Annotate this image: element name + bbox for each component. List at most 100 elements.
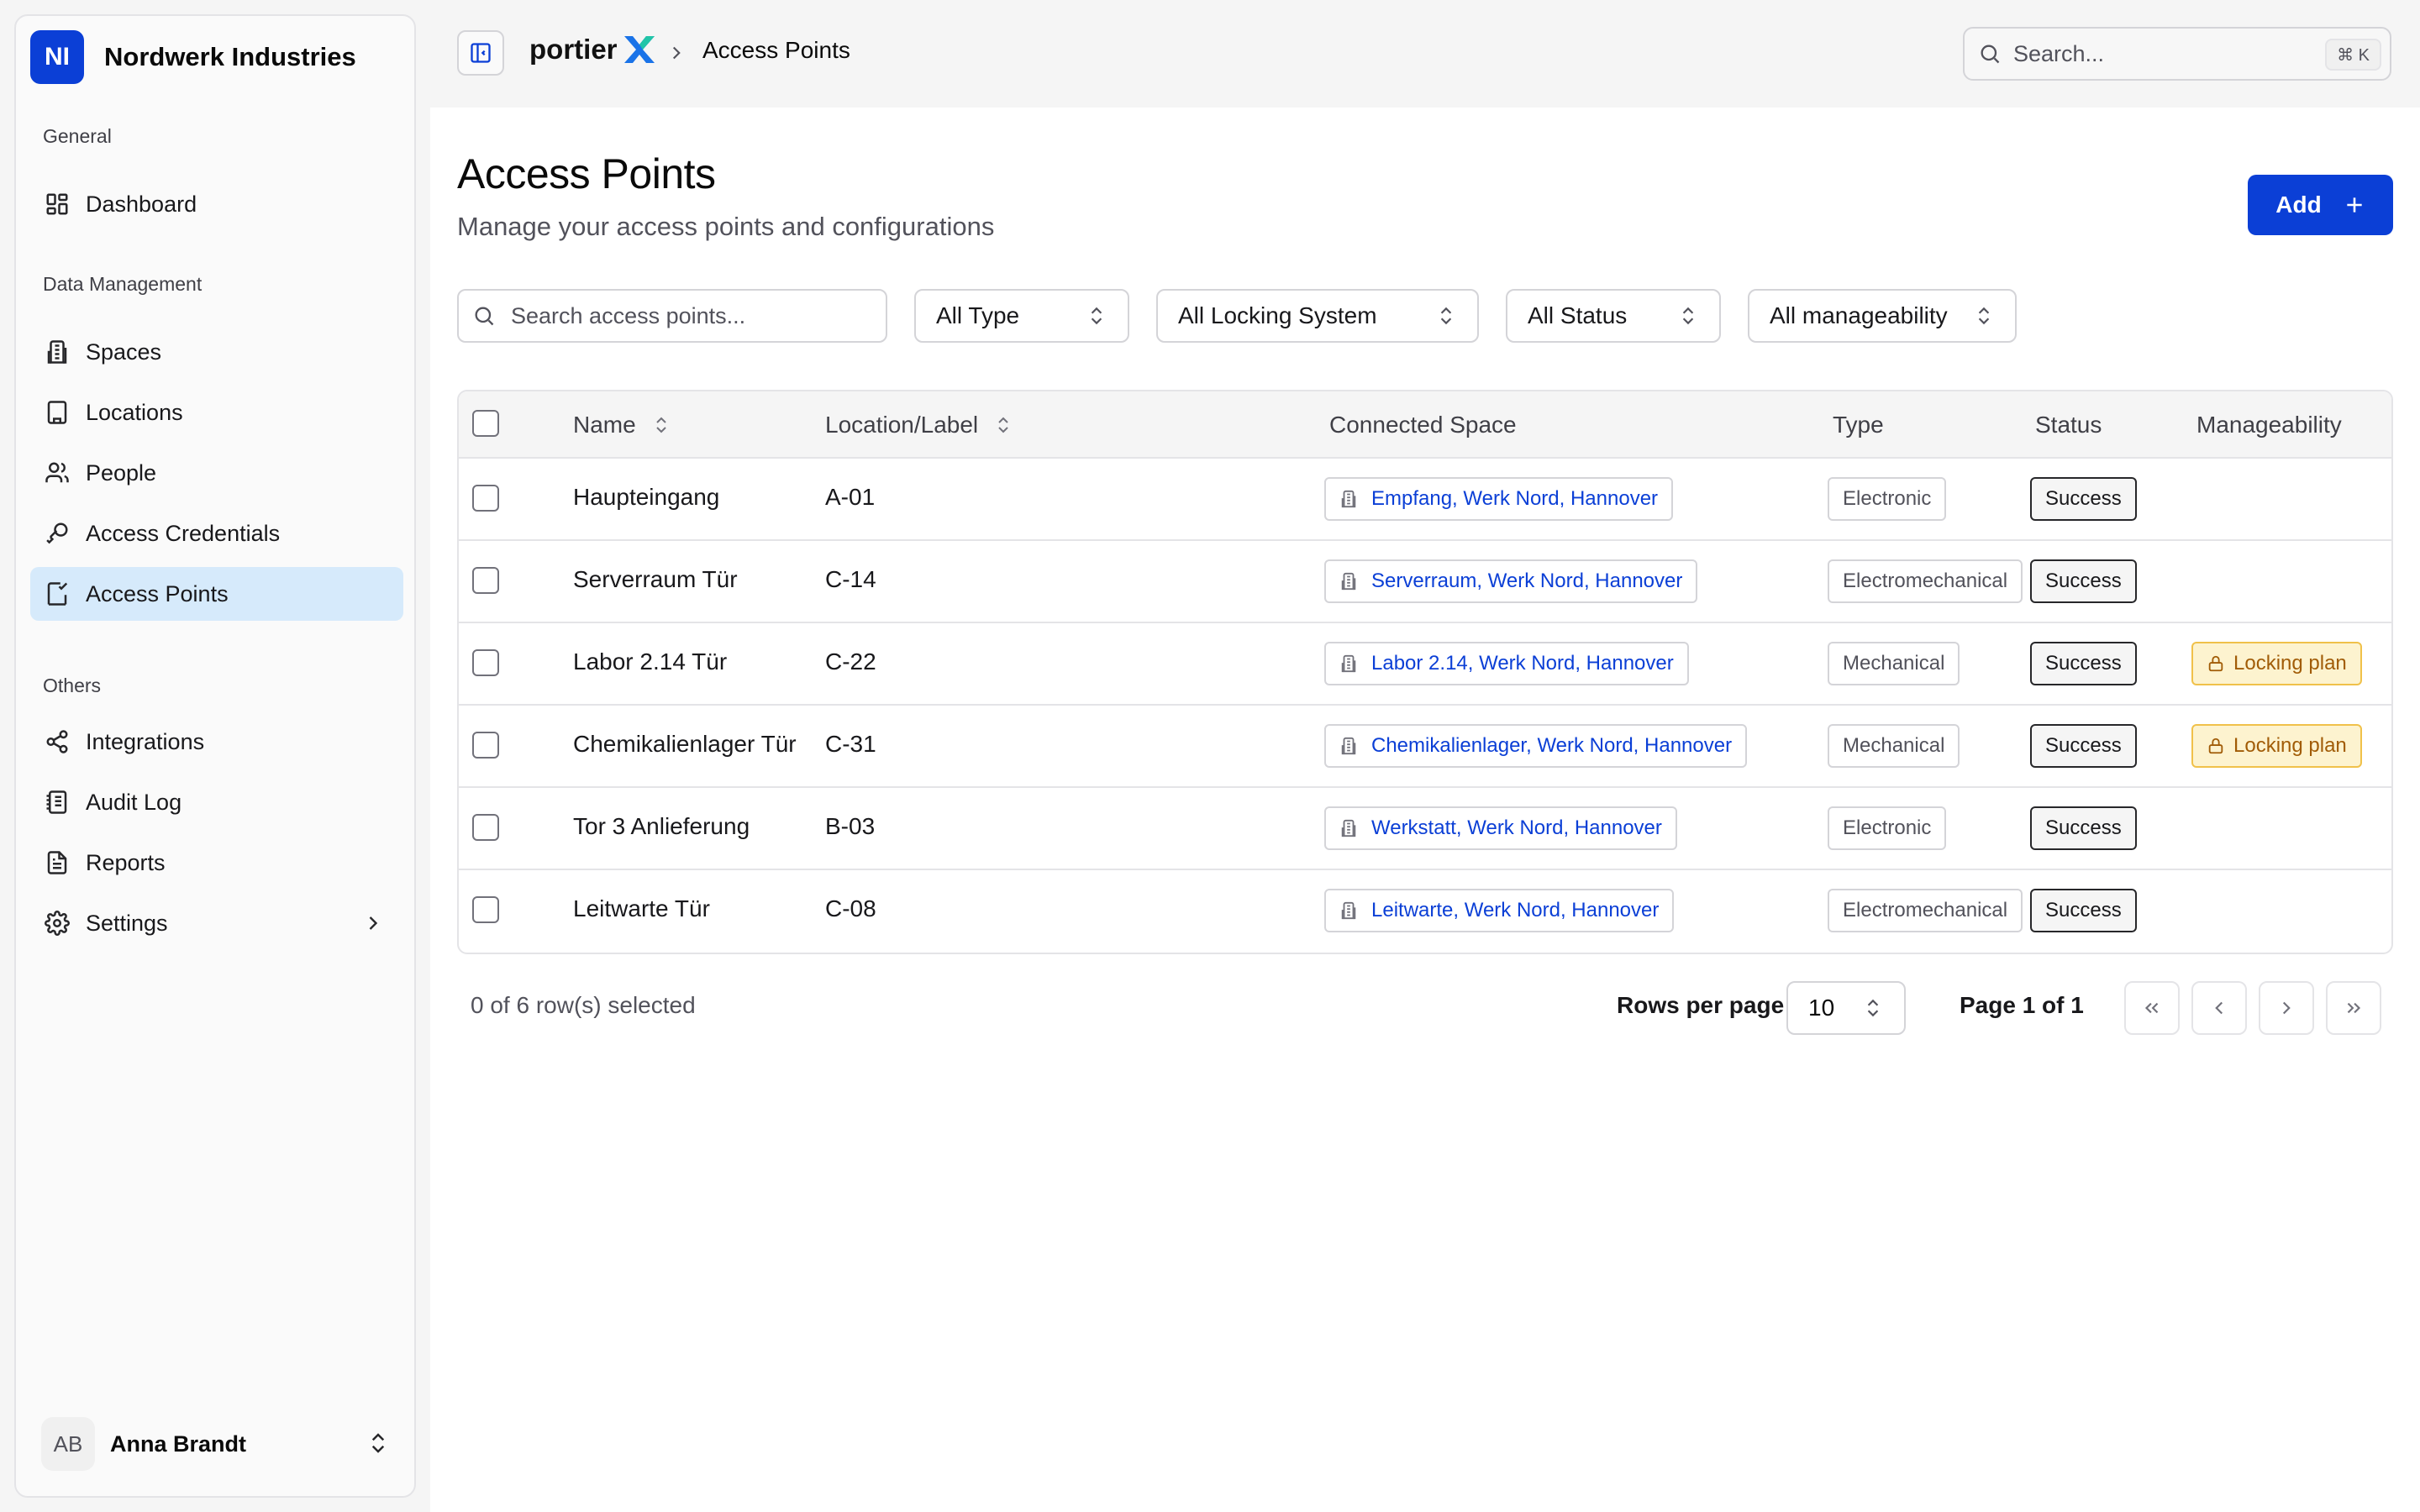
table-row[interactable]: Leitwarte Tür C-08 Leitwarte, Werk Nord, H… — [459, 870, 2391, 953]
table-row[interactable]: Labor 2.14 Tür C-22 Labor 2.14, Werk Nord,… — [459, 623, 2391, 706]
row-checkbox[interactable] — [472, 732, 499, 759]
column-label: Type — [1833, 412, 1884, 438]
sidebar-item-audit-log[interactable]: Audit Log — [30, 775, 403, 829]
manageability-filter-select[interactable]: All manageability — [1748, 289, 2017, 343]
row-checkbox[interactable] — [472, 814, 499, 841]
sidebar-item-access-credentials[interactable]: Access Credentials — [30, 507, 403, 560]
sidebar-item-integrations[interactable]: Integrations — [30, 715, 403, 769]
status-filter-select[interactable]: All Status — [1506, 289, 1721, 343]
column-header-status: Status — [2035, 412, 2102, 438]
door-icon — [44, 580, 71, 607]
key-icon — [44, 520, 71, 547]
sidebar-item-reports[interactable]: Reports — [30, 836, 403, 890]
manageability-text: Locking plan — [2233, 652, 2347, 675]
chevron-left-icon — [2208, 997, 2230, 1019]
connected-space-link[interactable]: Werkstatt, Werk Nord, Hannover — [1324, 806, 1677, 850]
sidebar-item-spaces[interactable]: Spaces — [30, 325, 403, 379]
sidebar-item-label: Integrations — [86, 728, 205, 754]
first-page-button[interactable] — [2124, 981, 2180, 1035]
user-menu[interactable]: AB Anna Brandt — [41, 1417, 402, 1471]
row-checkbox[interactable] — [472, 896, 499, 923]
sidebar-item-settings[interactable]: Settings — [30, 896, 403, 950]
access-points-search-input[interactable]: Search access points... — [457, 289, 887, 343]
previous-page-button[interactable] — [2191, 981, 2247, 1035]
type-filter-select[interactable]: All Type — [914, 289, 1129, 343]
last-page-button[interactable] — [2326, 981, 2381, 1035]
connected-space-link[interactable]: Leitwarte, Werk Nord, Hannover — [1324, 889, 1675, 932]
manageability-badge: Locking plan — [2191, 724, 2362, 768]
access-point-label: C-08 — [825, 895, 876, 921]
connected-space-link[interactable]: Serverraum, Werk Nord, Hannover — [1324, 559, 1698, 603]
sidebar-item-label: People — [86, 459, 157, 486]
type-badge: Electromechanical — [1828, 889, 2023, 932]
sidebar-item-label: Spaces — [86, 339, 162, 365]
type-badge: Electronic — [1828, 806, 1947, 850]
table-row[interactable]: Tor 3 Anlieferung B-03 Werkstatt, Werk Nor… — [459, 788, 2391, 870]
file-icon — [44, 849, 71, 876]
column-header-connected-space: Connected Space — [1329, 412, 1517, 438]
status-badge: Success — [2030, 477, 2137, 521]
select-all-checkbox[interactable] — [472, 410, 499, 437]
next-page-button[interactable] — [2259, 981, 2314, 1035]
lock-icon — [2207, 654, 2225, 673]
avatar: AB — [41, 1417, 95, 1471]
users-icon — [44, 459, 71, 486]
column-label: Manageability — [2196, 412, 2342, 438]
manageability-text: Locking plan — [2233, 734, 2347, 757]
row-checkbox[interactable] — [472, 567, 499, 594]
selection-count: 0 of 6 row(s) selected — [471, 992, 696, 1018]
sidebar-item-access-points[interactable]: Access Points — [30, 567, 403, 621]
nav-group-general: General — [43, 125, 112, 147]
connected-space-text: Werkstatt, Werk Nord, Hannover — [1371, 816, 1662, 839]
row-checkbox[interactable] — [472, 649, 499, 676]
access-point-label: C-22 — [825, 648, 876, 675]
column-label: Location/Label — [825, 412, 979, 438]
type-badge: Electronic — [1828, 477, 1947, 521]
connected-space-link[interactable]: Labor 2.14, Werk Nord, Hannover — [1324, 642, 1689, 685]
status-badge: Success — [2030, 642, 2137, 685]
brand-name: portier — [529, 34, 618, 65]
log-icon — [44, 789, 71, 816]
column-label: Status — [2035, 412, 2102, 438]
locking-system-filter-select[interactable]: All Locking System — [1156, 289, 1479, 343]
type-filter-value: All Type — [936, 302, 1020, 328]
connected-space-link[interactable]: Chemikalienlager, Werk Nord, Hannover — [1324, 724, 1748, 768]
chevron-right-icon — [2275, 997, 2297, 1019]
building-icon — [1339, 490, 1358, 508]
sidebar-item-people[interactable]: People — [30, 446, 403, 500]
sidebar-item-locations[interactable]: Locations — [30, 386, 403, 439]
connected-space-text: Serverraum, Werk Nord, Hannover — [1371, 570, 1683, 592]
brand-logo[interactable]: portier — [529, 34, 656, 66]
sidebar-item-dashboard[interactable]: Dashboard — [30, 177, 403, 231]
chevrons-up-down-icon — [1862, 997, 1884, 1019]
chevrons-up-down-icon — [1677, 305, 1699, 327]
buildings-icon — [44, 399, 71, 426]
plus-icon — [2344, 194, 2365, 216]
row-checkbox[interactable] — [472, 485, 499, 512]
column-header-name[interactable]: Name — [573, 412, 671, 438]
lock-icon — [2207, 737, 2225, 755]
table-row[interactable]: Serverraum Tür C-14 Serverraum, Werk Nord,… — [459, 541, 2391, 623]
org-switcher[interactable]: NI Nordwerk Industries — [30, 30, 356, 84]
status-badge: Success — [2030, 889, 2137, 932]
nav-group-data-management: Data Management — [43, 273, 203, 295]
global-search-input[interactable]: Search... ⌘ K — [1963, 27, 2391, 81]
sidebar-toggle-button[interactable] — [457, 30, 504, 76]
nav-group-others: Others — [43, 675, 102, 696]
connected-space-link[interactable]: Empfang, Werk Nord, Hannover — [1324, 477, 1674, 521]
access-point-label: B-03 — [825, 813, 876, 839]
org-name: Nordwerk Industries — [104, 42, 356, 71]
add-button-label: Add — [2275, 192, 2322, 218]
column-header-location[interactable]: Location/Label — [825, 412, 1013, 438]
table-row[interactable]: Haupteingang A-01 Empfang, Werk Nord, Hann… — [459, 459, 2391, 541]
add-button[interactable]: Add — [2248, 175, 2393, 235]
table-row[interactable]: Chemikalienlager Tür C-31 Chemikalienlager… — [459, 706, 2391, 788]
access-point-name: Labor 2.14 Tür — [573, 648, 728, 675]
rows-per-page-select[interactable]: 10 — [1786, 981, 1906, 1035]
rows-per-page-value: 10 — [1808, 995, 1835, 1021]
status-badge: Success — [2030, 724, 2137, 768]
breadcrumb-current: Access Points — [702, 37, 850, 63]
access-point-name: Haupteingang — [573, 484, 720, 510]
gear-icon — [44, 910, 71, 937]
type-badge: Mechanical — [1828, 724, 1960, 768]
